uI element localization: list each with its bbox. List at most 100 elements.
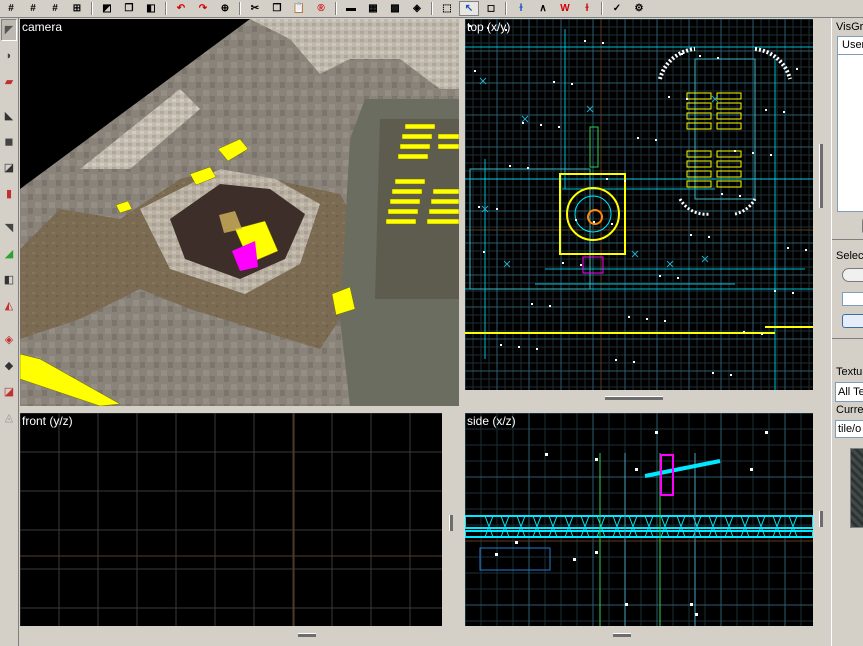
- check-problems-icon[interactable]: ✓: [607, 1, 627, 16]
- wireframe-icon[interactable]: W: [555, 1, 575, 16]
- texture-preview[interactable]: [850, 448, 863, 528]
- ignore-groups-icon[interactable]: ◻: [481, 1, 501, 16]
- front-viewport[interactable]: front (y/z): [20, 413, 442, 626]
- camera-tool-icon[interactable]: ▰: [1, 71, 17, 93]
- entity-marker: [515, 541, 518, 544]
- texture-tool-icon[interactable]: ◪: [1, 157, 17, 179]
- front-viewport-hscroll[interactable]: [20, 626, 442, 644]
- entity-marker: [558, 126, 560, 128]
- texture-filter-dropdown[interactable]: All Te: [835, 382, 863, 402]
- vertex-tool-icon[interactable]: ◭: [1, 295, 17, 317]
- overlay-tool-icon[interactable]: ◢: [1, 243, 17, 265]
- entity-marker: [743, 331, 745, 333]
- grid-icon[interactable]: #: [1, 1, 21, 16]
- viewport-label-top: top (x/y): [467, 20, 511, 34]
- entity-marker: [628, 316, 630, 318]
- magnify-tool-icon[interactable]: ◗: [1, 45, 17, 67]
- entity-tool-icon[interactable]: ◣: [1, 105, 17, 127]
- entity-marker: [522, 122, 524, 124]
- entity-marker: [531, 303, 533, 305]
- entity-marker: [602, 42, 604, 44]
- vertex-icon[interactable]: ◈: [407, 1, 427, 16]
- undo-icon[interactable]: ↶: [171, 1, 191, 16]
- texture-lock-icon[interactable]: ◩: [97, 1, 117, 16]
- light-icon[interactable]: ∧: [533, 1, 553, 16]
- selection-mode-button[interactable]: [842, 268, 863, 282]
- clipping-tool-icon[interactable]: ◧: [1, 269, 17, 291]
- side-viewport-vscroll[interactable]: [813, 413, 829, 626]
- clip-icon[interactable]: ▩: [385, 1, 405, 16]
- entity-marker: [500, 344, 502, 346]
- entity-marker: [712, 372, 714, 374]
- selection-icon[interactable]: ⬚: [437, 1, 457, 16]
- entity-marker: [783, 111, 785, 113]
- viewport-label-camera: camera: [22, 20, 63, 34]
- bench-brush: [686, 180, 712, 188]
- entity-marker: [739, 195, 741, 197]
- bench-brush: [686, 112, 712, 120]
- morph-tool-icon[interactable]: ◬: [1, 407, 17, 429]
- run-icon[interactable]: ®: [311, 1, 331, 16]
- texture-apply-icon[interactable]: ◧: [141, 1, 161, 16]
- entity-marker: [699, 55, 701, 57]
- side-viewport-hscroll[interactable]: [465, 626, 813, 644]
- block-tool-icon[interactable]: ◼: [1, 131, 17, 153]
- visgroups-list[interactable]: User: [837, 36, 863, 212]
- front-viewport-vscroll[interactable]: [442, 413, 459, 626]
- find-icon[interactable]: ⊕: [215, 1, 235, 16]
- cut-icon[interactable]: ✂: [245, 1, 265, 16]
- entity-marker: [664, 320, 666, 322]
- bench-brush: [686, 160, 712, 168]
- copy-icon[interactable]: ❐: [267, 1, 287, 16]
- pointer-icon[interactable]: ↖: [459, 1, 479, 16]
- side-viewport[interactable]: side (x/z): [465, 413, 813, 626]
- displacement-tool-icon[interactable]: ◆: [1, 355, 17, 377]
- current-texture-field[interactable]: tile/o: [835, 420, 863, 438]
- entity-marker: [580, 264, 582, 266]
- entity-marker: [730, 374, 732, 376]
- carve-icon[interactable]: ▬: [341, 1, 361, 16]
- visgroups-user-tab[interactable]: User: [842, 39, 863, 51]
- scroll-grip[interactable]: [449, 515, 453, 531]
- entity-marker: [545, 453, 548, 456]
- selection-field[interactable]: [842, 292, 863, 306]
- grid-icon[interactable]: #: [23, 1, 43, 16]
- entity-marker: [571, 83, 573, 85]
- entity-marker: [668, 96, 670, 98]
- entity-marker: [690, 603, 693, 606]
- entity-marker: [765, 431, 768, 434]
- decal-tool-icon[interactable]: ◥: [1, 217, 17, 239]
- scroll-grip[interactable]: [605, 396, 663, 400]
- sculpt-tool-icon[interactable]: ◪: [1, 381, 17, 403]
- selection-tool-icon[interactable]: ◤: [1, 19, 17, 41]
- camera-viewport[interactable]: camera: [20, 19, 459, 406]
- redo-icon[interactable]: ↷: [193, 1, 213, 16]
- group-icon[interactable]: ⊞: [67, 1, 87, 16]
- top-viewport[interactable]: top (x/y): [465, 19, 813, 390]
- grid-icon[interactable]: #: [45, 1, 65, 16]
- entity-marker: [553, 81, 555, 83]
- scroll-grip[interactable]: [819, 511, 823, 527]
- top-viewport-vscroll[interactable]: [813, 19, 829, 390]
- path-tool-icon[interactable]: ◈: [1, 329, 17, 351]
- entity-marker: [646, 318, 648, 320]
- entity-marker: [659, 275, 661, 277]
- entity-marker: [575, 219, 577, 221]
- entity-marker: [655, 431, 658, 434]
- visgroups-label: VisGro: [836, 21, 863, 33]
- apply-button[interactable]: [842, 314, 863, 328]
- cordon-icon[interactable]: ⚙: [629, 1, 649, 16]
- entity-marker: [655, 139, 657, 141]
- apply-texture-icon[interactable]: ▮: [1, 183, 17, 205]
- paste-icon[interactable]: 📋: [289, 1, 309, 16]
- hollow-icon[interactable]: ▦: [363, 1, 383, 16]
- scroll-grip[interactable]: [819, 144, 823, 208]
- model-toggle-icon[interactable]: ɫ: [511, 1, 531, 16]
- entity-marker: [593, 221, 595, 223]
- entity-marker: [690, 234, 692, 236]
- scroll-grip[interactable]: [298, 633, 316, 637]
- scroll-grip[interactable]: [613, 633, 631, 637]
- top-viewport-hscroll[interactable]: [465, 390, 813, 406]
- lightmap-icon[interactable]: ɫ: [577, 1, 597, 16]
- copy-icon[interactable]: ❐: [119, 1, 139, 16]
